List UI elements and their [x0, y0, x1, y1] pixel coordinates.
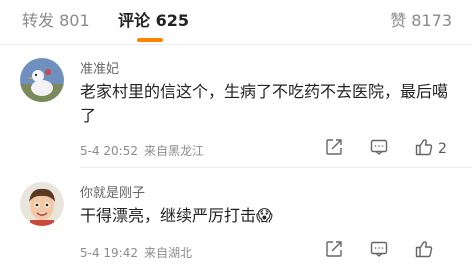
- like-button[interactable]: 2: [414, 139, 447, 159]
- like-thumb-icon: [414, 239, 434, 263]
- comment-tabbar: 转发 801 评论 625 赞 8173: [0, 0, 472, 44]
- reply-button[interactable]: [369, 241, 389, 261]
- share-button[interactable]: [324, 241, 344, 261]
- like-button[interactable]: [414, 241, 438, 261]
- comment-text: 干得漂亮，继续严厉打击😱: [80, 206, 273, 225]
- active-tab-indicator: [137, 38, 163, 42]
- reply-button[interactable]: [369, 139, 389, 159]
- tab-like[interactable]: 赞 8173: [390, 8, 452, 34]
- comment-item: 你就是刚子 干得漂亮，继续严厉打击😱 5-4 19:42 来自湖北: [0, 174, 472, 270]
- like-thumb-icon: [414, 137, 434, 161]
- comment-meta: 5-4 19:42 来自湖北: [80, 244, 192, 261]
- reply-icon: [369, 239, 389, 263]
- share-button[interactable]: [324, 139, 344, 159]
- avatar[interactable]: [20, 58, 64, 102]
- like-count: 2: [438, 141, 447, 157]
- comment-text: 老家村里的信这个，生病了不吃药不去医院，最后噶了: [80, 82, 449, 125]
- share-icon: [324, 239, 344, 263]
- comment-username[interactable]: 准准妃: [80, 58, 119, 77]
- comment-meta: 5-4 20:52 来自黑龙江: [80, 142, 204, 159]
- divider: [0, 44, 472, 45]
- reply-icon: [369, 137, 389, 161]
- comment-location: 来自湖北: [144, 246, 193, 260]
- comment-time: 5-4 20:52: [80, 144, 138, 158]
- comment-time: 5-4 19:42: [80, 246, 138, 260]
- share-icon: [324, 137, 344, 161]
- divider: [80, 167, 472, 168]
- comment-item: 准准妃 老家村里的信这个，生病了不吃药不去医院，最后噶了 5-4 20:52 来自…: [0, 50, 472, 168]
- tab-repost[interactable]: 转发 801: [22, 8, 90, 34]
- avatar[interactable]: [20, 182, 64, 226]
- comment-username[interactable]: 你就是刚子: [80, 182, 145, 201]
- comment-location: 来自黑龙江: [144, 144, 205, 158]
